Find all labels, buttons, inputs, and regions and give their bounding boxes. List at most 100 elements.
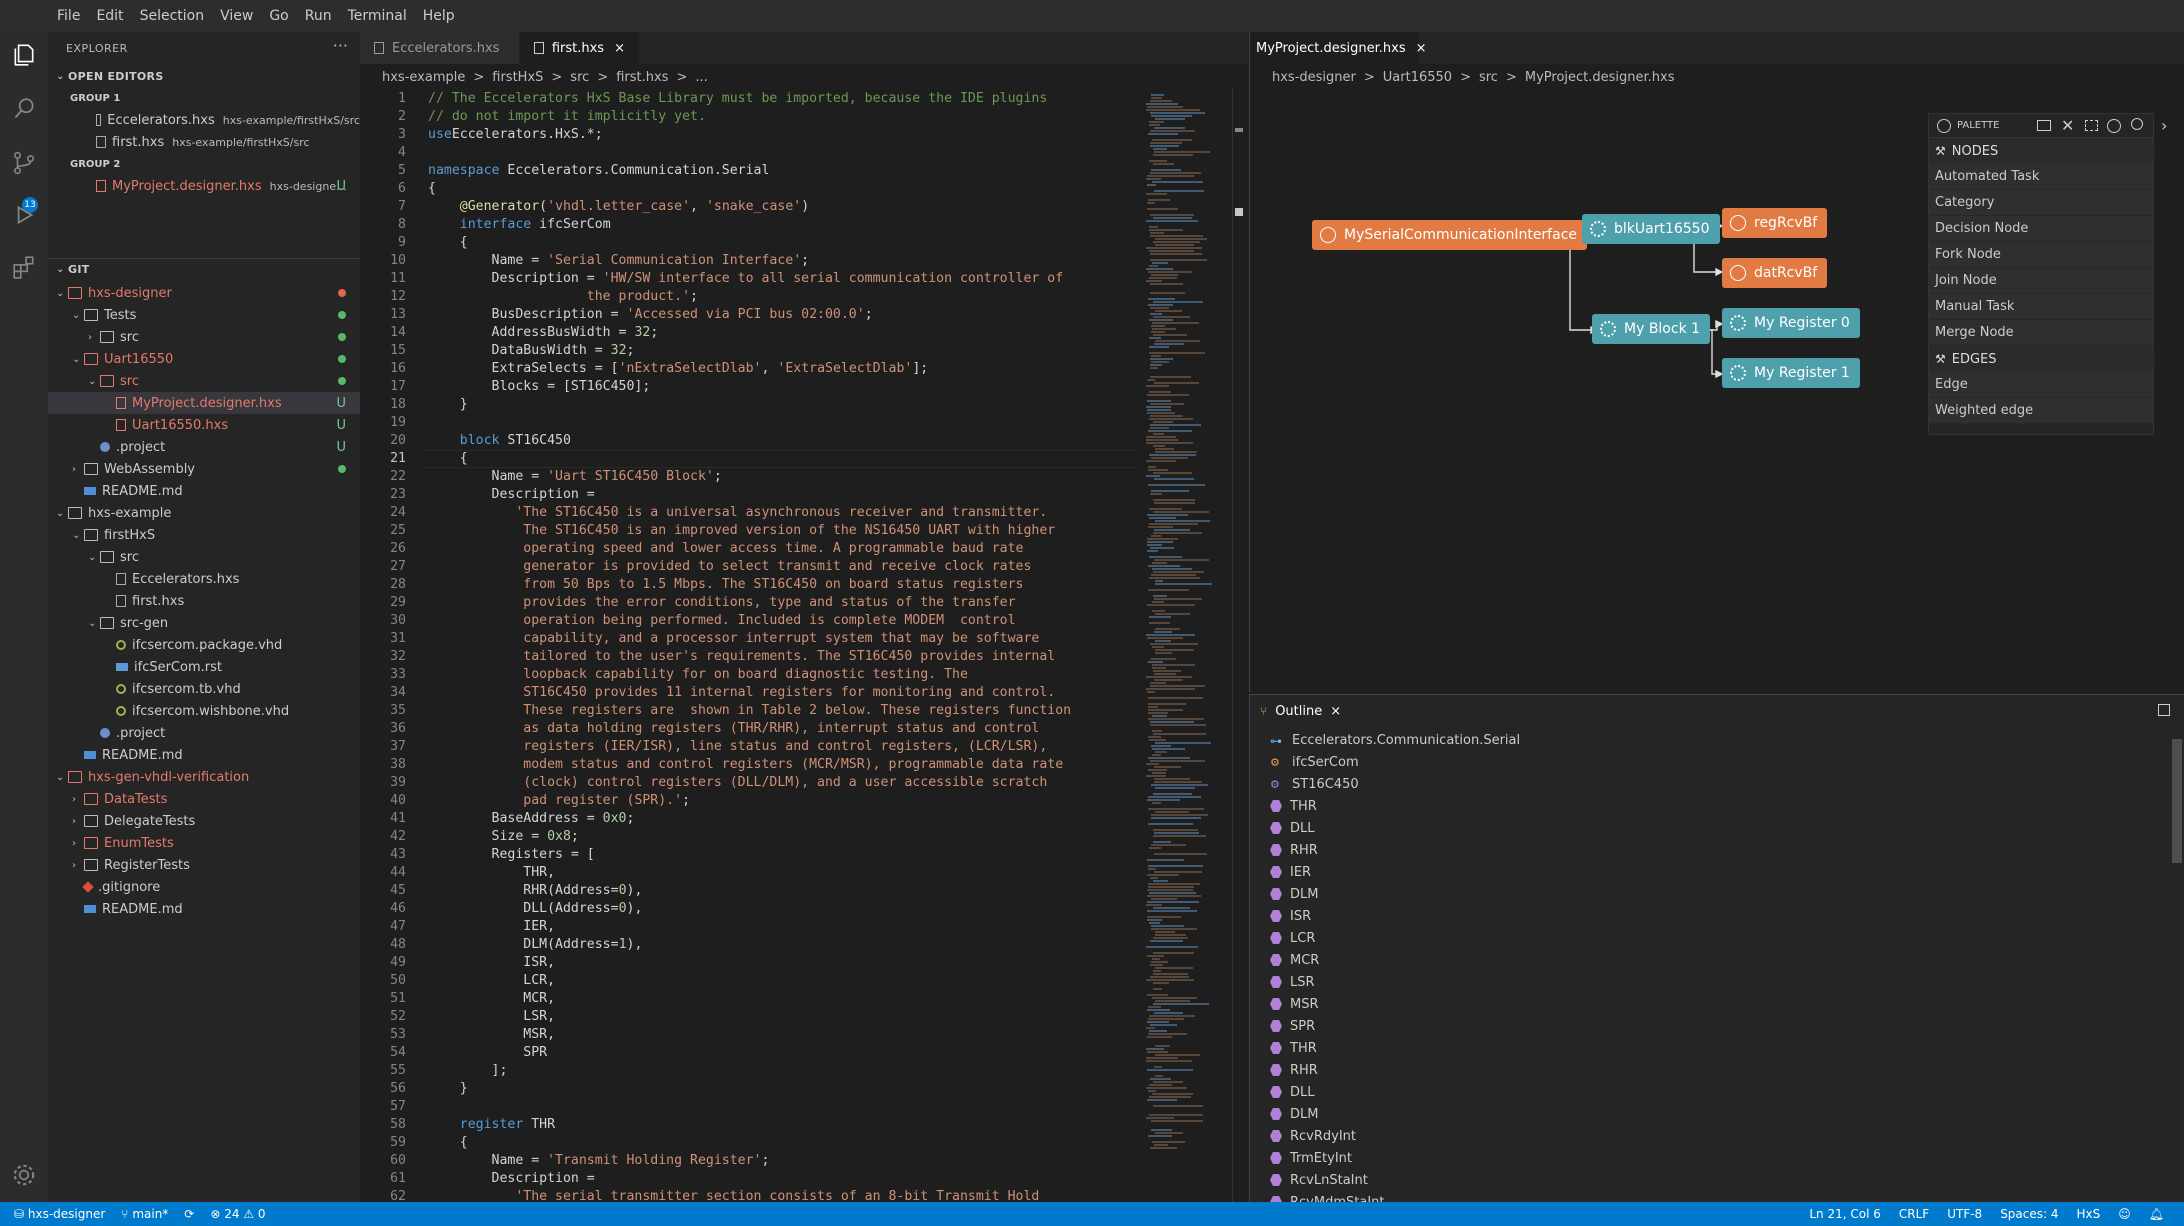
sync-icon[interactable]: ⟳ <box>184 1207 194 1221</box>
tree-item[interactable]: ifcsercom.tb.vhd <box>48 678 360 700</box>
palette-item[interactable]: Join Node <box>1929 268 2153 294</box>
breadcrumb-item[interactable]: firstHxS <box>492 70 543 85</box>
chevron-down-icon[interactable]: ⌄ <box>56 288 68 299</box>
outline-item[interactable]: LSR <box>1270 971 1315 993</box>
breadcrumb-item[interactable]: hxs-designer <box>1272 70 1356 85</box>
delete-icon[interactable]: ✕ <box>2061 116 2074 135</box>
tree-item[interactable]: first.hxs <box>48 590 360 612</box>
breadcrumb-item[interactable]: first.hxs <box>616 70 668 85</box>
tree-item[interactable]: Eccelerators.hxs <box>48 568 360 590</box>
menu-item[interactable]: Edit <box>96 8 123 24</box>
tree-item[interactable]: Uart16550.hxs U <box>48 414 360 436</box>
marquee-icon[interactable] <box>2037 120 2051 131</box>
validate-icon[interactable] <box>2107 119 2121 133</box>
explorer-icon[interactable] <box>11 42 37 68</box>
menu-item[interactable]: Run <box>305 8 332 24</box>
outline-item[interactable]: ⚙ ifcSerCom <box>1270 751 1359 773</box>
chevron-down-icon[interactable]: ⌄ <box>56 772 68 783</box>
tree-item[interactable]: ⌄ src <box>48 370 360 392</box>
code-editor[interactable]: 1 // The Eccelerators HxS Base Library mu… <box>360 88 1140 1202</box>
outline-tab[interactable]: ⑂ Outline × <box>1250 695 1341 727</box>
chevron-down-icon[interactable]: ⌄ <box>88 618 100 629</box>
tree-item[interactable]: › WebAssembly <box>48 458 360 480</box>
search-icon[interactable] <box>11 96 37 122</box>
open-editor-item[interactable]: Eccelerators.hxs hxs-example/firstHxS/src <box>48 109 360 131</box>
outline-item[interactable]: MCR <box>1270 949 1319 971</box>
block-node[interactable]: blkUart16550 <box>1582 214 1720 244</box>
menu-item[interactable]: Help <box>423 8 455 24</box>
outline-item[interactable]: RHR <box>1270 839 1318 861</box>
palette-item[interactable]: Weighted edge <box>1929 398 2153 424</box>
breadcrumb-item[interactable]: src <box>570 70 589 85</box>
register-node[interactable]: regRcvBf <box>1722 208 1828 238</box>
tree-item[interactable]: › RegisterTests <box>48 854 360 876</box>
block-node[interactable]: My Block 1 <box>1592 314 1711 344</box>
outline-scrollbar[interactable] <box>2170 731 2184 1203</box>
tree-item[interactable]: ⌄ firstHxS <box>48 524 360 546</box>
tab-eccelerators[interactable]: Eccelerators.hxs <box>360 32 520 64</box>
register-node[interactable]: My Register 0 <box>1722 308 1860 338</box>
collapse-all-icon[interactable] <box>2158 704 2170 716</box>
breadcrumb-item[interactable]: hxs-example <box>382 70 465 85</box>
tree-item[interactable]: ifcsercom.package.vhd <box>48 634 360 656</box>
chevron-down-icon[interactable]: ⌄ <box>72 354 84 365</box>
outline-item[interactable]: THR <box>1270 795 1317 817</box>
palette-item[interactable]: Automated Task <box>1929 164 2153 190</box>
outline-item[interactable]: LCR <box>1270 927 1315 949</box>
eol-indicator[interactable]: CRLF <box>1899 1207 1929 1221</box>
chevron-right-icon[interactable]: › <box>2161 116 2167 135</box>
palette-item[interactable]: Merge Node <box>1929 320 2153 346</box>
tree-item[interactable]: README.md <box>48 480 360 502</box>
tree-item[interactable]: ⌄ hxs-designer <box>48 282 360 304</box>
chevron-down-icon[interactable]: ⌄ <box>72 530 84 541</box>
tree-item[interactable]: › DataTests <box>48 788 360 810</box>
tree-item[interactable]: ifcsercom.wishbone.vhd <box>48 700 360 722</box>
tree-item[interactable]: ⌄ Uart16550 <box>48 348 360 370</box>
chevron-right-icon[interactable]: › <box>72 860 84 871</box>
outline-item[interactable]: ISR <box>1270 905 1311 927</box>
menu-item[interactable]: Terminal <box>348 8 407 24</box>
tab-first[interactable]: first.hxs × <box>520 32 640 64</box>
palette-edges-section[interactable]: ⚒ EDGES <box>1929 346 2153 372</box>
chevron-right-icon[interactable]: › <box>72 838 84 849</box>
breadcrumb-item[interactable]: ... <box>695 70 707 85</box>
outline-item[interactable]: DLL <box>1270 1081 1315 1103</box>
cursor-position[interactable]: Ln 21, Col 6 <box>1809 1207 1881 1221</box>
problems-indicator[interactable]: ⊗ 24 ⚠ 0 <box>210 1207 265 1221</box>
outline-item[interactable]: ⚙ ST16C450 <box>1270 773 1359 795</box>
tree-item[interactable]: ⌄ hxs-gen-vhdl-verification <box>48 766 360 788</box>
notifications-bell-icon[interactable]: 🔔︎ <box>2149 1207 2164 1221</box>
breadcrumb-item[interactable]: MyProject.designer.hxs <box>1525 70 1675 85</box>
outline-item[interactable]: RcvLnStaInt <box>1270 1169 1368 1191</box>
chevron-right-icon[interactable]: › <box>72 464 84 475</box>
menu-item[interactable]: Selection <box>140 8 205 24</box>
tree-item[interactable]: .project <box>48 722 360 744</box>
chevron-down-icon[interactable]: ⌄ <box>88 376 100 387</box>
outline-item[interactable]: ⊶ Eccelerators.Communication.Serial <box>1270 729 1520 751</box>
branch-indicator[interactable]: ⑂ main* <box>121 1207 168 1221</box>
open-editor-item[interactable]: MyProject.designer.hxs hxs-designe... U <box>48 175 360 197</box>
interface-node[interactable]: MySerialCommunicationInterface <box>1312 220 1588 250</box>
tree-item[interactable]: .gitignore <box>48 876 360 898</box>
outline-item[interactable]: RcvRdyInt <box>1270 1125 1356 1147</box>
outline-item[interactable]: SPR <box>1270 1015 1315 1037</box>
tree-item[interactable]: ⌄ hxs-example <box>48 502 360 524</box>
menu-item[interactable]: File <box>57 8 80 24</box>
palette-item[interactable]: Decision Node <box>1929 216 2153 242</box>
breadcrumb-item[interactable]: Uart16550 <box>1383 70 1452 85</box>
tree-item[interactable]: › src <box>48 326 360 348</box>
indentation-indicator[interactable]: Spaces: 4 <box>2000 1207 2058 1221</box>
close-icon[interactable]: × <box>1416 41 1427 56</box>
outline-item[interactable]: DLL <box>1270 817 1315 839</box>
minimap[interactable] <box>1140 88 1230 1202</box>
open-editors-header[interactable]: ⌄ OPEN EDITORS <box>48 65 360 87</box>
register-node[interactable]: datRcvBf <box>1722 258 1828 288</box>
git-section-header[interactable]: ⌄ GIT <box>48 258 360 280</box>
chevron-down-icon[interactable]: ⌄ <box>72 310 84 321</box>
tree-item[interactable]: ⌄ src-gen <box>48 612 360 634</box>
outline-item[interactable]: DLM <box>1270 1103 1318 1125</box>
menu-item[interactable]: Go <box>269 8 288 24</box>
chevron-right-icon[interactable]: › <box>72 794 84 805</box>
remote-repo-indicator[interactable]: ⛁ hxs-designer <box>14 1207 105 1221</box>
palette-item[interactable]: Manual Task <box>1929 294 2153 320</box>
